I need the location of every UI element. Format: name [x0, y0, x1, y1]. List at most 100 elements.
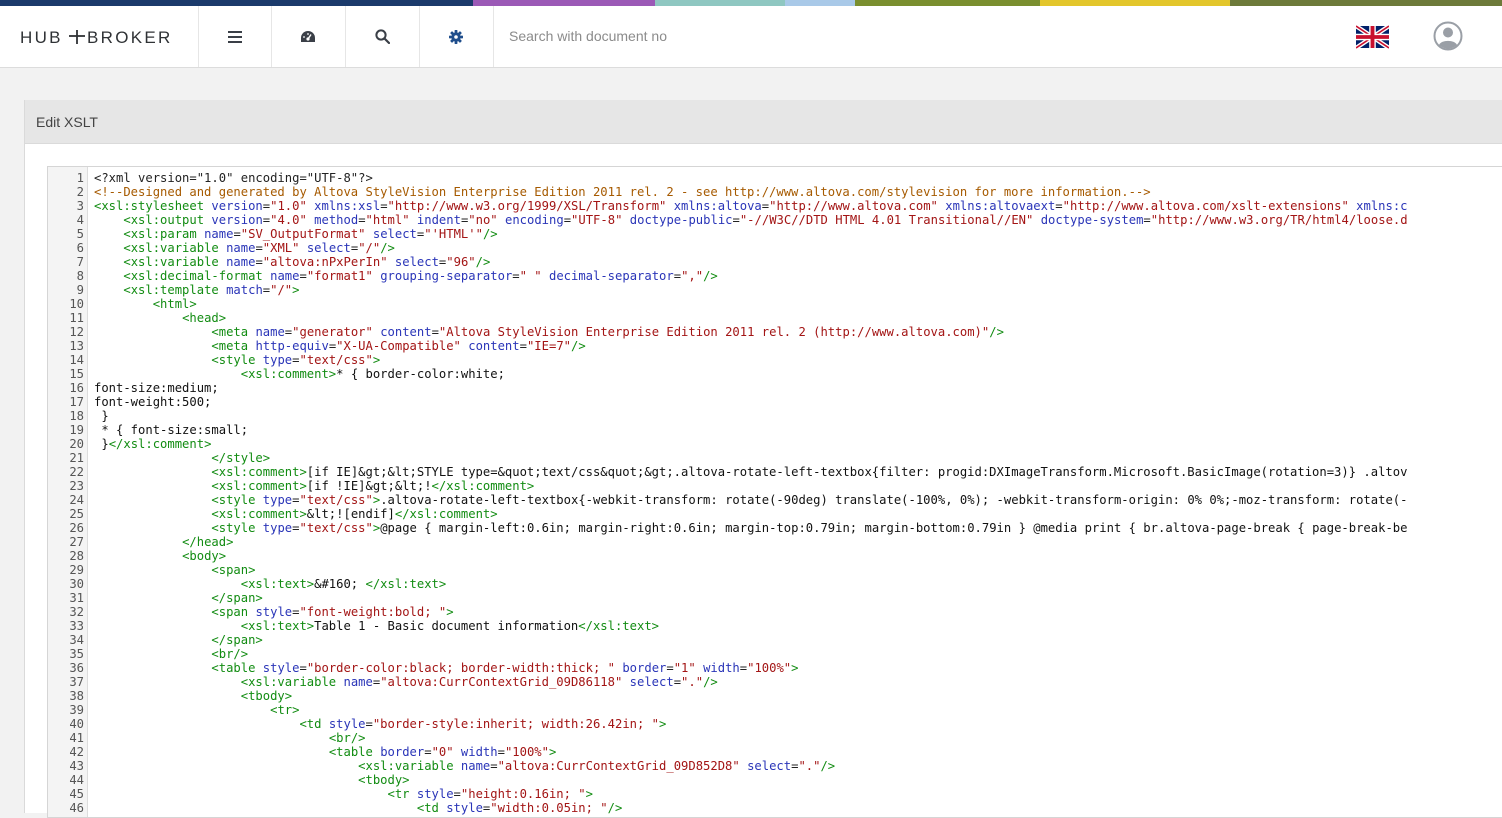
code-line[interactable]: </span>: [94, 591, 262, 605]
line-number: 17: [69, 395, 84, 409]
line-number: 8: [76, 269, 84, 283]
line-number: 13: [69, 339, 84, 353]
code-line[interactable]: <!--Designed and generated by Altova Sty…: [94, 185, 1151, 199]
code-line[interactable]: <xsl:comment>[if IE]&gt;&lt;STYLE type=&…: [94, 465, 1407, 479]
code-line[interactable]: font-weight:500;: [94, 395, 211, 409]
code-line[interactable]: <style type="text/css">: [94, 353, 380, 367]
code-line[interactable]: <xsl:comment>&lt;![endif]</xsl:comment>: [94, 507, 497, 521]
code-line[interactable]: font-size:medium;: [94, 381, 219, 395]
line-number: 23: [69, 479, 84, 493]
code-line[interactable]: <xsl:variable name="XML" select="/"/>: [94, 241, 395, 255]
code-line[interactable]: }: [94, 409, 108, 423]
code-line[interactable]: <br/>: [94, 731, 366, 745]
code-token: <style: [211, 353, 263, 367]
code-line[interactable]: <?xml version="1.0" encoding="UTF-8"?>: [94, 171, 373, 185]
code-line[interactable]: * { font-size:small;: [94, 423, 248, 437]
code-line[interactable]: <xsl:output version="4.0" method="html" …: [94, 213, 1407, 227]
code-line[interactable]: </span>: [94, 633, 262, 647]
code-token: ".": [798, 759, 821, 773]
code-line[interactable]: <head>: [94, 311, 226, 325]
code-token: name: [343, 675, 373, 689]
code-token: select: [372, 227, 417, 241]
code-token: "generator": [292, 325, 373, 339]
code-token: =: [490, 759, 498, 773]
code-line[interactable]: <tbody>: [94, 773, 409, 787]
code-line[interactable]: <span style="font-weight:bold; ">: [94, 605, 453, 619]
code-line[interactable]: <table border="0" width="100%">: [94, 745, 557, 759]
code-token: type: [262, 353, 293, 367]
code-line[interactable]: <tr>: [94, 703, 299, 717]
code-token: <span: [211, 605, 256, 619]
code-line[interactable]: <xsl:decimal-format name="format1" group…: [94, 269, 717, 283]
code-line[interactable]: <xsl:variable name="altova:CurrContextGr…: [94, 759, 835, 773]
code-line[interactable]: <xsl:comment>[if !IE]&gt;&lt;!</xsl:comm…: [94, 479, 534, 493]
search-button[interactable]: [345, 6, 418, 67]
code-token: <span>: [211, 563, 256, 577]
code-line[interactable]: </head>: [94, 535, 233, 549]
code-token: "1.0": [270, 199, 307, 213]
document-search-input[interactable]: [494, 6, 1311, 66]
line-number: 45: [69, 787, 84, 801]
brand-logo[interactable]: HUB BROKER: [20, 24, 188, 50]
menu-toggle-button[interactable]: [198, 6, 271, 67]
code-line[interactable]: <xsl:template match="/">: [94, 283, 299, 297]
code-line[interactable]: <style type="text/css">@page { margin-le…: [94, 521, 1407, 535]
code-line[interactable]: }</xsl:comment>: [94, 437, 211, 451]
code-token: <body>: [182, 549, 227, 563]
code-token: &lt;![endif]: [306, 507, 395, 521]
code-line[interactable]: <tbody>: [94, 689, 292, 703]
code-line[interactable]: <meta name="generator" content="Altova S…: [94, 325, 1004, 339]
code-line[interactable]: <html>: [94, 297, 197, 311]
edit-xslt-panel: Edit XSLT 1 2 3 4 5 6 7 8 9 10 11 12 13 14 15 16 17 18 19 2…: [24, 100, 1502, 818]
dashboard-button[interactable]: [271, 6, 344, 67]
code-token: =: [299, 661, 307, 675]
code-line[interactable]: <xsl:stylesheet version="1.0" xmlns:xsl=…: [94, 199, 1408, 213]
code-token: "format1": [306, 269, 373, 283]
code-line[interactable]: <meta http-equiv = "X-UA-Compatible" conte…: [94, 339, 585, 353]
code-token: "text/css": [299, 521, 373, 535]
code-token: =: [424, 745, 432, 759]
code-line[interactable]: <xsl:text>&#160; </xsl:text>: [94, 577, 446, 591]
line-number: 10: [69, 297, 84, 311]
code-line[interactable]: <tr style="height:0.16in; ">: [94, 787, 593, 801]
code-token: "0": [431, 745, 454, 759]
code-token: version: [211, 213, 263, 227]
line-number: 7: [76, 255, 84, 269]
code-token: <style: [211, 493, 263, 507]
code-token: select: [394, 255, 439, 269]
settings-button[interactable]: [419, 6, 492, 67]
xslt-code-editor[interactable]: 1 2 3 4 5 6 7 8 9 10 11 12 13 14 15 16 17 18 19 20 21 22 23 24 2…: [47, 166, 1502, 818]
code-line[interactable]: <xsl:param name="SV_OutputFormat" select…: [94, 227, 497, 241]
code-line[interactable]: <style type="text/css">.altova-rotate-le…: [94, 493, 1407, 507]
code-line[interactable]: <xsl:variable name="altova:CurrContextGr…: [94, 675, 718, 689]
code-line[interactable]: <td style="border-style:inherit; width:2…: [94, 717, 666, 731]
search-icon: [374, 29, 390, 44]
code-line[interactable]: <table style="border-color:black; border…: [94, 661, 798, 675]
code-line[interactable]: <body>: [94, 549, 226, 563]
code-line[interactable]: <xsl:text>Table 1 - Basic document infor…: [94, 619, 659, 633]
user-menu[interactable]: [1433, 21, 1463, 51]
line-number: 2: [76, 185, 84, 199]
code-token: type: [262, 521, 293, 535]
code-token: name: [270, 269, 300, 283]
language-selector[interactable]: [1354, 24, 1391, 50]
code-line[interactable]: </style>: [94, 451, 270, 465]
code-line[interactable]: <xsl:variable name="altova:nPxPerIn" sel…: [94, 255, 490, 269]
code-token: @page { margin-left:0.6in; margin-right:…: [380, 521, 1408, 535]
code-token: <td: [299, 717, 329, 731]
code-line[interactable]: <br/>: [94, 647, 248, 661]
code-token: "border-style:inherit; width:26.42in; ": [372, 717, 660, 731]
code-token: <tr: [387, 787, 417, 801]
code-line[interactable]: <xsl:comment>* { border-color:white;: [94, 367, 505, 381]
code-token: "html": [365, 213, 410, 227]
code-line[interactable]: <span>: [94, 563, 255, 577]
code-token: =: [255, 255, 263, 269]
